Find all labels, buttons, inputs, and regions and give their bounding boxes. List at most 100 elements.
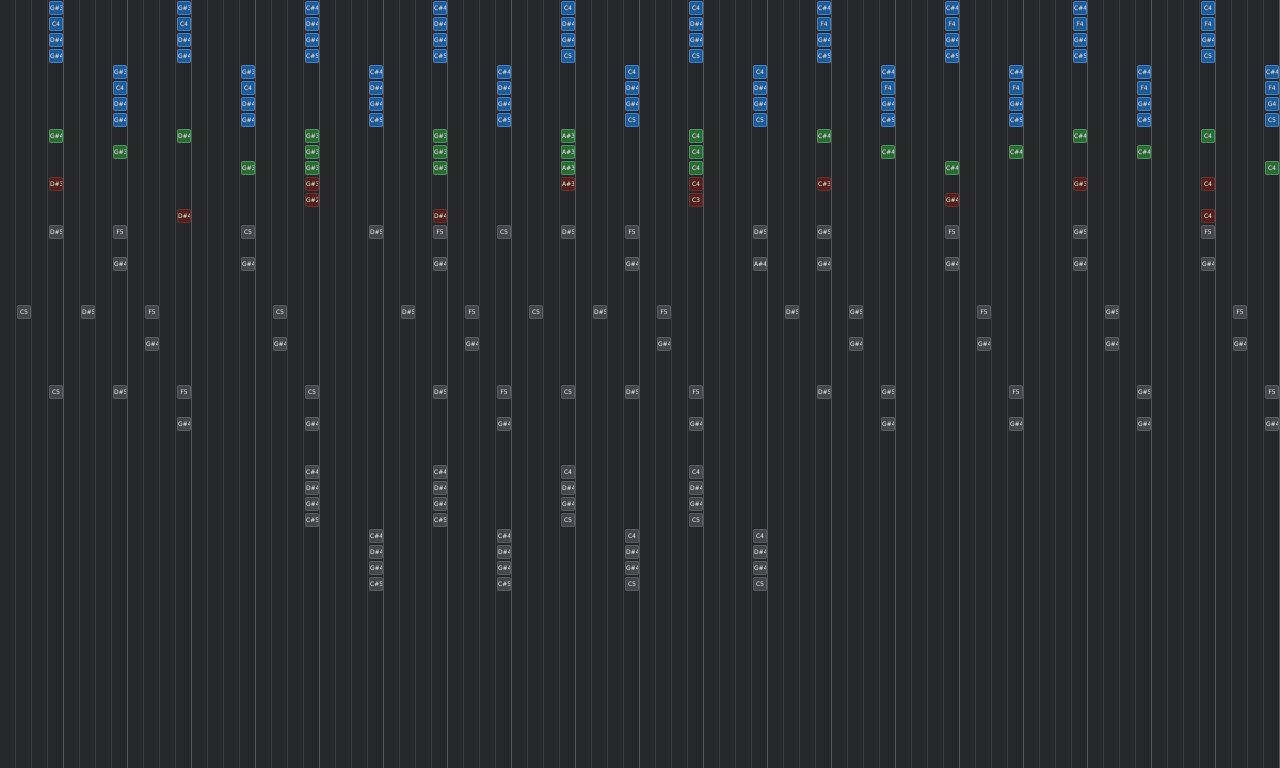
note-block[interactable]: G#4 xyxy=(497,417,511,431)
note-block[interactable]: D#5 xyxy=(401,305,415,319)
note-block[interactable]: C5 xyxy=(529,305,543,319)
note-block[interactable]: C4 xyxy=(753,529,767,543)
note-block[interactable]: D#4 xyxy=(433,481,447,495)
note-block[interactable]: D#4 xyxy=(305,481,319,495)
note-block[interactable]: G#4 xyxy=(689,33,703,47)
note-block[interactable]: G#3 xyxy=(433,145,447,159)
note-block[interactable]: D#4 xyxy=(113,97,127,111)
note-block[interactable]: G#4 xyxy=(561,33,575,47)
note-block[interactable]: C#4 xyxy=(497,65,511,79)
note-block[interactable]: D#5 xyxy=(625,385,639,399)
note-block[interactable]: G#4 xyxy=(1073,33,1087,47)
note-block[interactable]: C5 xyxy=(305,385,319,399)
note-block[interactable]: C#5 xyxy=(305,49,319,63)
note-block[interactable]: G#4 xyxy=(753,97,767,111)
note-block[interactable]: C#4 xyxy=(305,1,319,15)
note-block[interactable]: C#5 xyxy=(817,49,831,63)
note-block[interactable]: G#4 xyxy=(369,561,383,575)
note-block[interactable]: G#4 xyxy=(945,193,959,207)
note-block[interactable]: G#3 xyxy=(433,161,447,175)
note-block[interactable]: C5 xyxy=(689,513,703,527)
note-block[interactable]: F5 xyxy=(465,305,479,319)
note-block[interactable]: G#4 xyxy=(1009,417,1023,431)
note-block[interactable]: F4 xyxy=(945,17,959,31)
note-block[interactable]: G#3 xyxy=(113,65,127,79)
note-block[interactable]: C#5 xyxy=(1137,113,1151,127)
note-block[interactable]: G#4 xyxy=(625,561,639,575)
note-block[interactable]: G#4 xyxy=(1137,417,1151,431)
note-block[interactable]: C4 xyxy=(689,161,703,175)
note-block[interactable]: F5 xyxy=(497,385,511,399)
note-block[interactable]: D#4 xyxy=(369,81,383,95)
note-block[interactable]: G#4 xyxy=(369,97,383,111)
note-block[interactable]: G#3 xyxy=(305,177,319,191)
note-block[interactable]: C5 xyxy=(1201,49,1215,63)
note-block[interactable]: G#4 xyxy=(625,97,639,111)
note-block[interactable]: C#5 xyxy=(433,513,447,527)
note-block[interactable]: G#4 xyxy=(1201,33,1215,47)
note-block[interactable]: F4 xyxy=(1201,17,1215,31)
note-block[interactable]: C3 xyxy=(689,193,703,207)
note-block[interactable]: G#4 xyxy=(113,113,127,127)
note-block[interactable]: C4 xyxy=(689,129,703,143)
note-block[interactable]: G#4 xyxy=(497,97,511,111)
note-block[interactable]: C#4 xyxy=(945,161,959,175)
note-block[interactable]: D#4 xyxy=(625,545,639,559)
note-block[interactable]: C4 xyxy=(1265,161,1279,175)
note-block[interactable]: C#4 xyxy=(1073,129,1087,143)
note-block[interactable]: C5 xyxy=(753,577,767,591)
note-block[interactable]: C5 xyxy=(561,49,575,63)
note-block[interactable]: C4 xyxy=(1201,1,1215,15)
note-block[interactable]: G#4 xyxy=(1201,257,1215,271)
note-block[interactable]: G#4 xyxy=(1009,97,1023,111)
note-block[interactable]: G#3 xyxy=(433,129,447,143)
note-block[interactable]: C#4 xyxy=(305,465,319,479)
note-block[interactable]: G#5 xyxy=(881,385,895,399)
note-block[interactable]: C5 xyxy=(561,513,575,527)
note-block[interactable]: D#4 xyxy=(241,97,255,111)
note-block[interactable]: D#5 xyxy=(369,225,383,239)
note-block[interactable]: C#4 xyxy=(1137,65,1151,79)
note-block[interactable]: G#4 xyxy=(465,337,479,351)
note-block[interactable]: D#4 xyxy=(433,209,447,223)
note-block[interactable]: F5 xyxy=(177,385,191,399)
note-block[interactable]: D#3 xyxy=(49,177,63,191)
note-block[interactable]: D#5 xyxy=(593,305,607,319)
note-block[interactable]: C5 xyxy=(753,113,767,127)
note-block[interactable]: C5 xyxy=(625,577,639,591)
note-block[interactable]: F4 xyxy=(817,17,831,31)
note-block[interactable]: C4 xyxy=(689,177,703,191)
note-block[interactable]: A#3 xyxy=(561,161,575,175)
note-block[interactable]: C4 xyxy=(49,17,63,31)
note-block[interactable]: G#5 xyxy=(849,305,863,319)
note-block[interactable]: C4 xyxy=(1201,129,1215,143)
note-block[interactable]: D#4 xyxy=(753,545,767,559)
note-block[interactable]: C#4 xyxy=(817,1,831,15)
note-block[interactable]: C#5 xyxy=(497,113,511,127)
note-block[interactable]: G#4 xyxy=(881,417,895,431)
note-block[interactable]: C4 xyxy=(113,81,127,95)
note-block[interactable]: G#4 xyxy=(881,97,895,111)
note-block[interactable]: C5 xyxy=(241,225,255,239)
note-block[interactable]: F5 xyxy=(657,305,671,319)
note-block[interactable]: F5 xyxy=(145,305,159,319)
note-block[interactable]: D#4 xyxy=(497,545,511,559)
note-block[interactable]: D#5 xyxy=(49,225,63,239)
note-block[interactable]: F5 xyxy=(625,225,639,239)
note-block[interactable]: D#4 xyxy=(689,17,703,31)
note-block[interactable]: G#4 xyxy=(273,337,287,351)
note-block[interactable]: G#4 xyxy=(241,113,255,127)
note-block[interactable]: G#4 xyxy=(241,257,255,271)
note-block[interactable]: F5 xyxy=(1201,225,1215,239)
note-block[interactable]: C#5 xyxy=(1073,49,1087,63)
note-block[interactable]: C#5 xyxy=(433,49,447,63)
note-block[interactable]: C#4 xyxy=(369,529,383,543)
note-block[interactable]: C5 xyxy=(689,49,703,63)
note-block[interactable]: F4 xyxy=(1009,81,1023,95)
note-block[interactable]: C#4 xyxy=(881,65,895,79)
note-block[interactable]: G4 xyxy=(1265,97,1279,111)
note-block[interactable]: G#4 xyxy=(145,337,159,351)
note-block[interactable]: D#4 xyxy=(49,33,63,47)
note-block[interactable]: D#4 xyxy=(561,481,575,495)
note-block[interactable]: G#4 xyxy=(689,417,703,431)
